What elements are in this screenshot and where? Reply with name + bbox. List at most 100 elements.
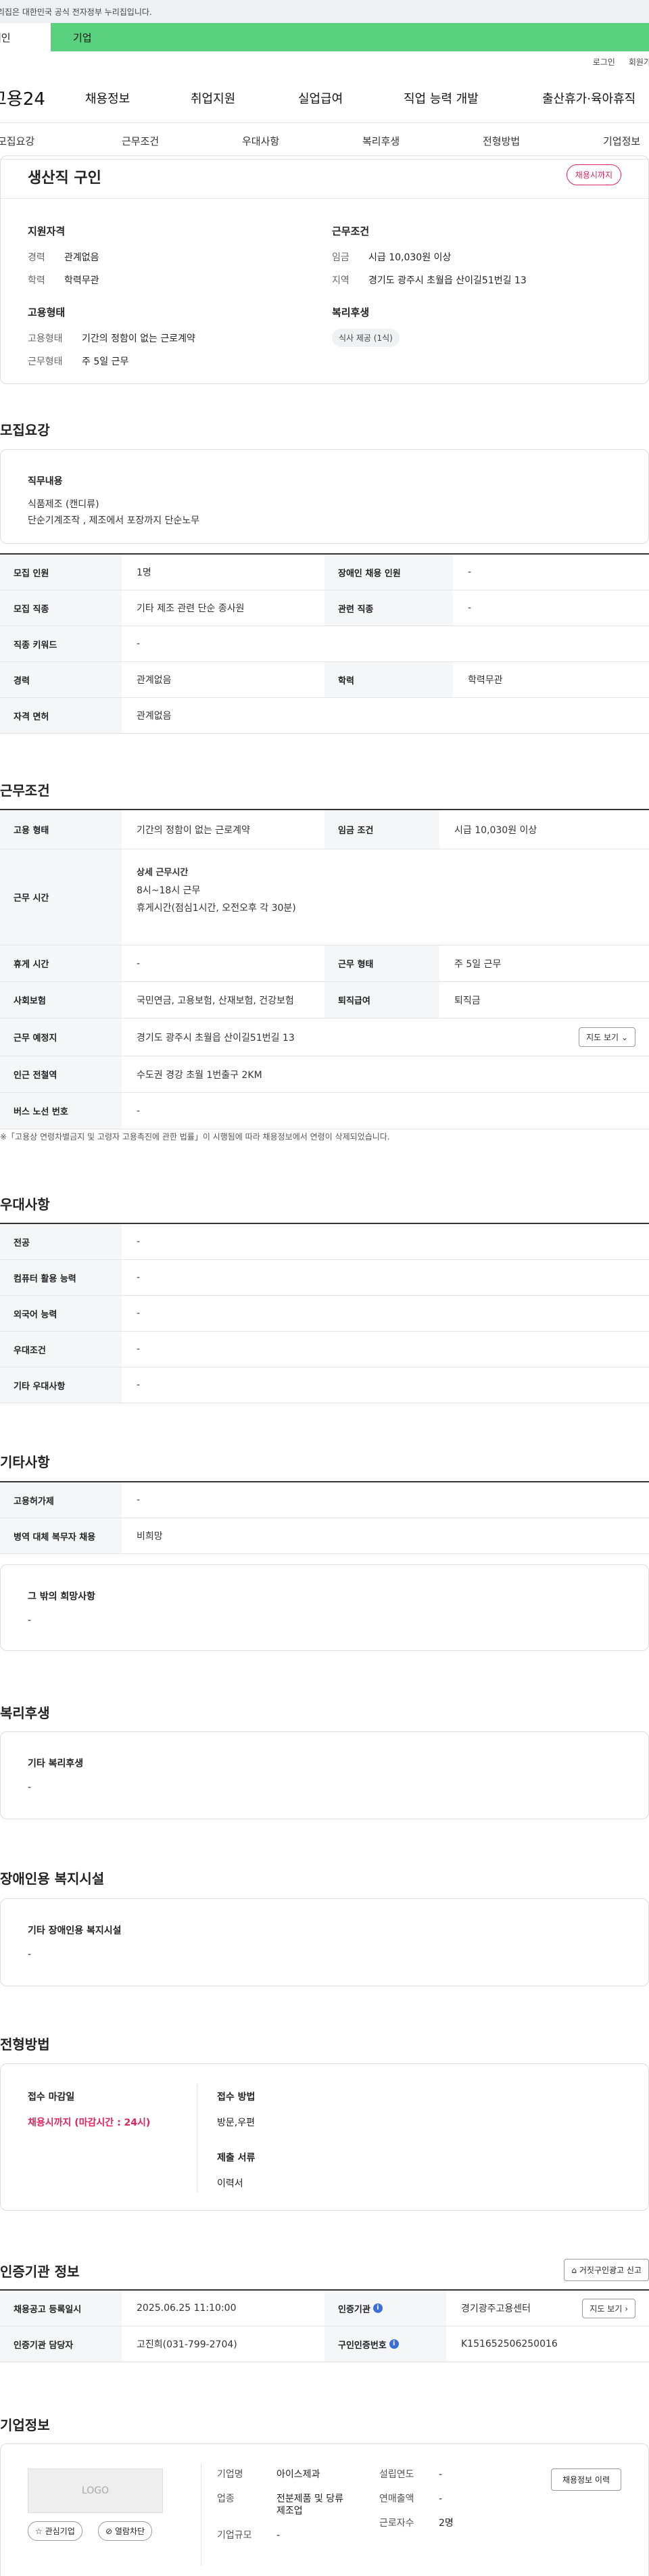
- report-false-ad-button[interactable]: ⌂ 거짓구인광고 신고: [564, 2259, 649, 2281]
- cond-value: 경기도 광주시 초월읍 산이길51번길 13: [368, 275, 527, 286]
- section-heading-recruit: 모집요강: [0, 422, 50, 438]
- table-header: 외국어 능력: [0, 1296, 122, 1331]
- table-header: 전공: [0, 1224, 122, 1259]
- table-header: 근무 시간: [0, 849, 122, 945]
- anchor-company[interactable]: 기업정보: [603, 134, 640, 148]
- section-heading-disability: 장애인용 복지시설: [0, 1871, 105, 1887]
- company-key: 근로자수: [379, 2518, 414, 2529]
- chevron-down-icon: ⌄: [621, 1033, 628, 1042]
- company-key: 설립연도: [379, 2469, 414, 2480]
- company-logo-placeholder: LOGO: [28, 2468, 163, 2513]
- work-hours-title: 상세 근무시간: [137, 868, 189, 878]
- emp-key: 근무형태: [28, 356, 63, 367]
- anchor-benefit[interactable]: 복리후생: [362, 134, 400, 148]
- work-hours-line: 휴게시간(점심1시간, 오전오후 각 30분): [137, 903, 296, 914]
- emp-heading: 고용형태: [28, 306, 66, 319]
- section-heading-work: 근무조건: [0, 782, 50, 799]
- table-row: 자격 면허 관계없음: [0, 698, 649, 734]
- nav-jobs[interactable]: 채용정보: [85, 89, 130, 107]
- info-icon[interactable]: i: [389, 2339, 399, 2349]
- anchor-recruit[interactable]: 모집요강: [0, 134, 34, 148]
- table-cell: 1명: [137, 567, 151, 578]
- tab-company-label: 기업: [73, 31, 92, 44]
- report-false-ad-label: 거짓구인광고 신고: [579, 2266, 642, 2275]
- divider: [1, 198, 648, 199]
- section-heading-benefit: 복리후생: [0, 1705, 50, 1721]
- emp-value: 기간의 정함이 없는 근로계약: [82, 333, 195, 344]
- anchor-process[interactable]: 전형방법: [483, 134, 520, 148]
- table-cell: -: [137, 958, 141, 969]
- nav-job-training[interactable]: 직업 능력 개발: [404, 89, 479, 107]
- agency-map-button[interactable]: 지도 보기 ›: [582, 2298, 635, 2318]
- company-value: -: [439, 2493, 443, 2504]
- tab-personal[interactable]: 개인: [0, 23, 51, 51]
- table-cell: 국민연금, 고용보험, 산재보험, 건강보험: [137, 995, 294, 1006]
- cond-key: 임금: [332, 252, 350, 263]
- table-cell: 수도권 경강 초월 1번출구 2KM: [137, 1069, 262, 1081]
- table-row: 고용 형태 기간의 정함이 없는 근로계약 임금 조건 시급 10,030원 이상: [0, 810, 649, 849]
- table-cell: -: [468, 603, 472, 613]
- table-header: 관련 직종: [324, 590, 453, 626]
- qual-block: 지원자격 경력 관계없음 학력 학력무관: [28, 224, 99, 287]
- table-header: 모집 직종: [0, 590, 122, 626]
- global-nav: 고용24 채용정보 취업지원 실업급여 직업 능력 개발 출산휴가·육아휴직: [0, 72, 649, 123]
- nav-employment-support[interactable]: 취업지원: [191, 89, 235, 107]
- company-key: 기업규모: [217, 2530, 252, 2541]
- table-row: 모집 직종 기타 제조 관련 단순 종사원 관련 직종 -: [0, 590, 649, 626]
- block-label: 열람차단: [114, 2527, 145, 2536]
- duty-line: 단순기계조작 , 제조에서 포장까지 단순노무: [28, 515, 200, 526]
- duty-box: 직무내용 식품제조 (캔디류) 단순기계조작 , 제조에서 포장까지 단순노무: [0, 449, 649, 544]
- benefit-label: 기타 복리후생: [28, 1758, 84, 1769]
- table-row: 사회보험 국민연금, 고용보험, 산재보험, 건강보험 퇴직급여 퇴직금: [0, 982, 649, 1018]
- table-row: 인근 전철역 수도권 경강 초월 1번출구 2KM: [0, 1056, 649, 1093]
- table-header: 사회보험: [0, 982, 122, 1018]
- info-icon[interactable]: i: [372, 2303, 383, 2313]
- table-cell: 관계없음: [137, 675, 172, 686]
- megaphone-icon: ⌂: [571, 2266, 577, 2275]
- anchor-pref[interactable]: 우대사항: [242, 134, 279, 148]
- qual-key: 경력: [28, 252, 45, 263]
- docs-label: 제출 서류: [217, 2153, 256, 2163]
- table-row: 채용공고 등록일시 2025.06.25 11:10:00 인증기관 i 경기광주고…: [0, 2291, 649, 2326]
- cond-key: 지역: [332, 275, 350, 286]
- table-cell: -: [137, 638, 141, 649]
- deadline-badge: 채용시까지: [566, 164, 621, 185]
- table-header: 모집 인원: [0, 555, 122, 590]
- table-cell: 비희망: [137, 1531, 163, 1542]
- table-cell: 기간의 정함이 없는 근로계약: [137, 824, 250, 836]
- block-view-button[interactable]: ⊘ 열람차단: [98, 2521, 153, 2541]
- table-header: 고용허가제: [0, 1482, 122, 1518]
- tab-company[interactable]: 기업: [51, 23, 649, 51]
- table-header: 경력: [0, 662, 122, 697]
- company-key: 기업명: [217, 2469, 243, 2480]
- emp-block: 고용형태 고용형태 기간의 정함이 없는 근로계약 근무형태 주 5일 근무: [28, 305, 195, 368]
- site-logo[interactable]: 고용24: [0, 85, 65, 110]
- emp-key: 고용형태: [28, 333, 63, 344]
- table-header: 인근 전철역: [0, 1056, 122, 1092]
- tab-personal-label: 개인: [0, 31, 11, 44]
- table-cell: 학력무관: [468, 675, 503, 686]
- cert-table: 채용공고 등록일시 2025.06.25 11:10:00 인증기관 i 경기광주고…: [0, 2289, 649, 2362]
- table-header: 채용공고 등록일시: [0, 2291, 122, 2326]
- favorite-company-button[interactable]: ☆ 관심기업: [28, 2521, 82, 2541]
- table-header: 고용 형태: [0, 810, 122, 849]
- table-cell: 기타 제조 관련 단순 종사원: [137, 603, 245, 614]
- signup-link[interactable]: 회원가입: [629, 56, 649, 68]
- job-summary-card: 생산직 구인 채용시까지 지원자격 경력 관계없음 학력 학력무관 근무조건 임금 시…: [0, 156, 649, 384]
- map-button[interactable]: 지도 보기 ⌄: [579, 1027, 635, 1047]
- job-history-button[interactable]: 채용정보 이력: [550, 2468, 621, 2491]
- qual-value: 관계없음: [64, 252, 99, 263]
- table-header: 기타 우대사항: [0, 1367, 122, 1403]
- section-heading-process: 전형방법: [0, 2036, 50, 2053]
- table-cell: 주 5일 근무: [454, 958, 502, 970]
- table-header: 휴게 시간: [0, 945, 122, 981]
- method-value: 방문,우편: [217, 2117, 255, 2128]
- login-link[interactable]: 로그인: [593, 56, 615, 68]
- anchor-work[interactable]: 근무조건: [122, 134, 159, 148]
- table-cell: -: [137, 1308, 141, 1319]
- nav-unemployment-benefit[interactable]: 실업급여: [298, 89, 343, 107]
- table-cell: -: [137, 1495, 141, 1505]
- company-value: -: [277, 2530, 281, 2541]
- gov-banner: 이 누리집은 대한민국 공식 전자정부 누리집입니다.: [0, 0, 649, 23]
- nav-parental-leave[interactable]: 출산휴가·육아휴직: [542, 89, 635, 107]
